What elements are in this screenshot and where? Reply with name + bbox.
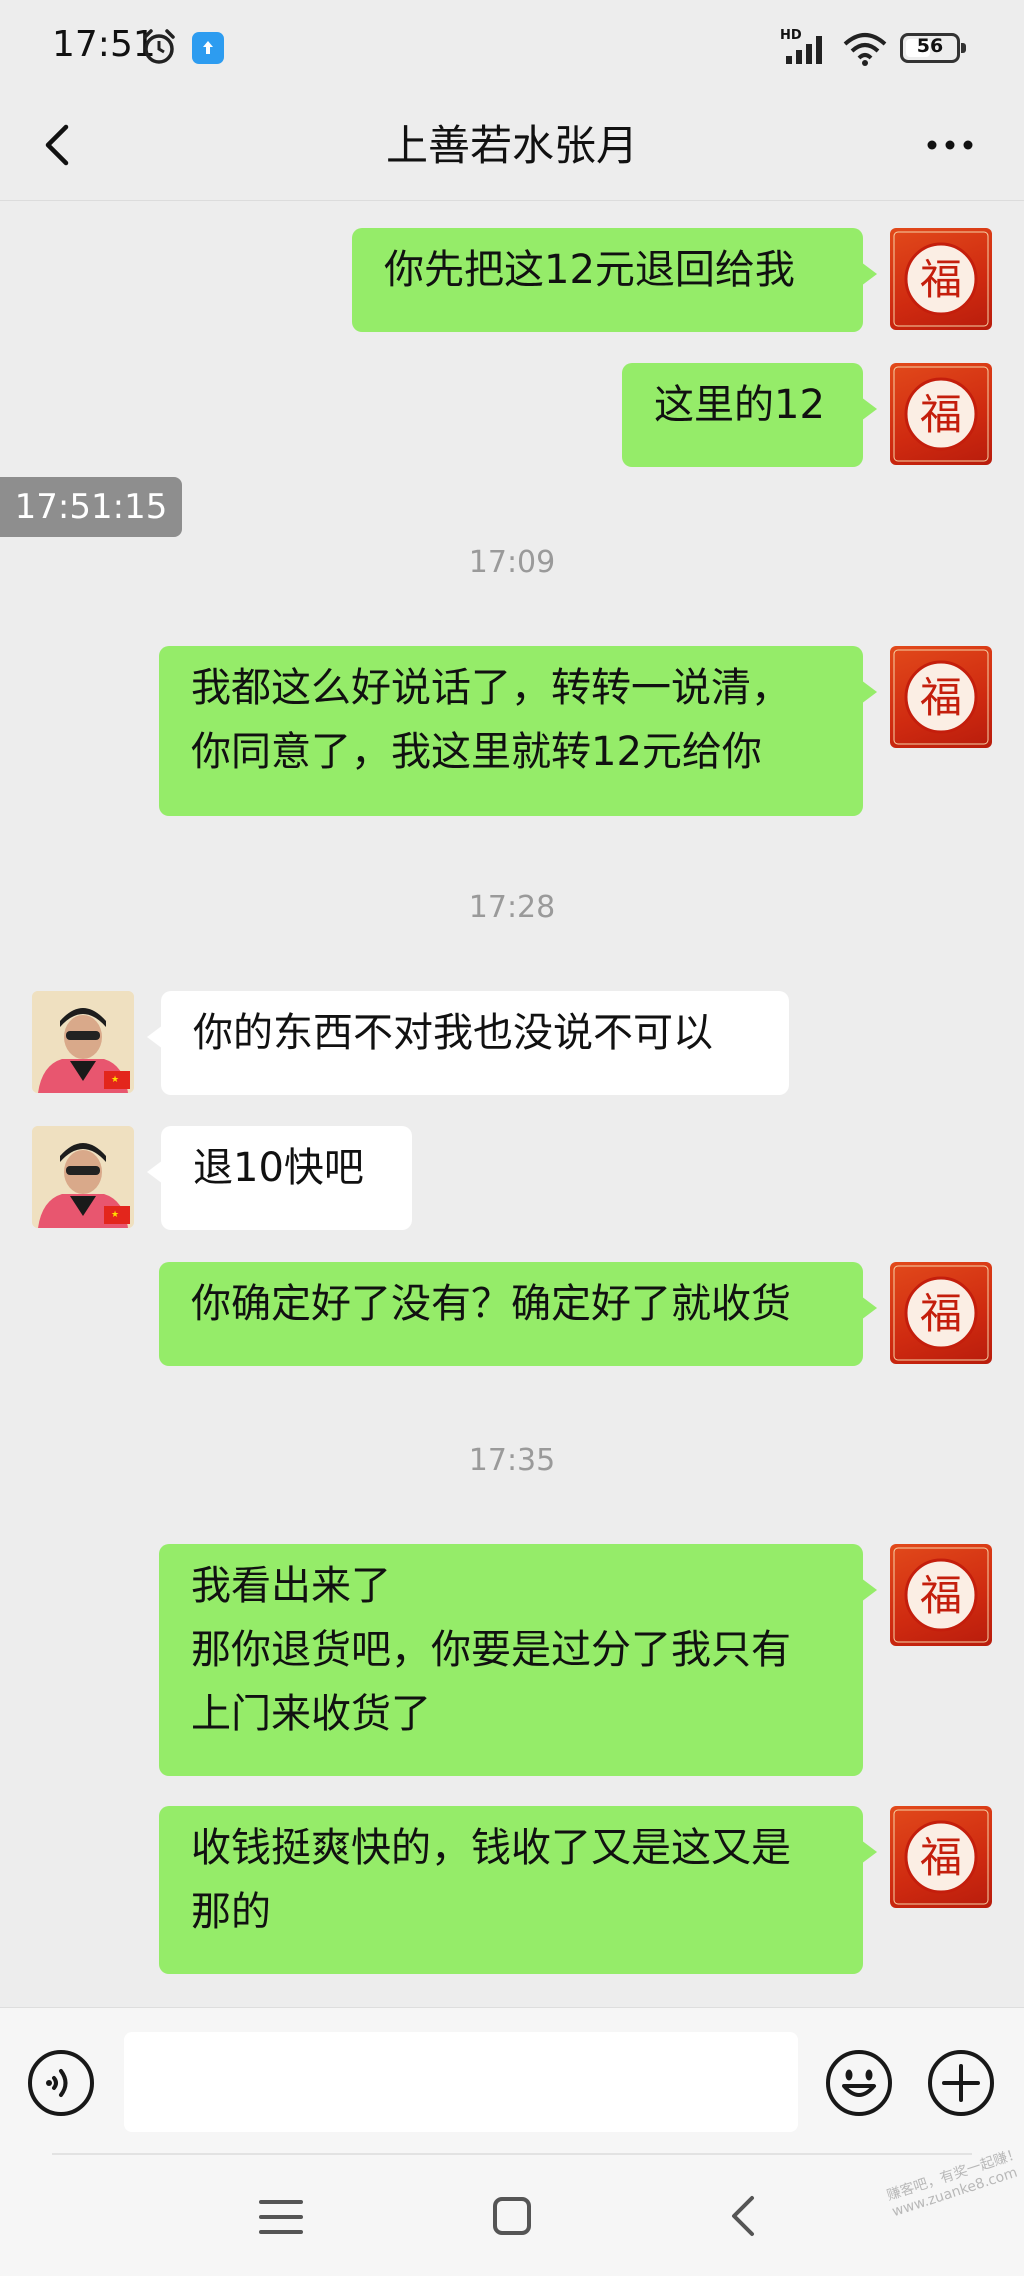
- message-input[interactable]: [124, 2032, 798, 2132]
- system-nav-bar: [0, 2155, 1024, 2276]
- time-tag: 17:51:15: [0, 477, 182, 537]
- message-bubble[interactable]: 我看出来了 那你退货吧，你要是过分了我只有 上门来收货了: [159, 1544, 877, 1776]
- more-options-icon[interactable]: [920, 120, 980, 170]
- contact-avatar[interactable]: ★: [32, 1126, 134, 1228]
- battery-level: 56: [916, 35, 944, 57]
- chat-header: 上善若水张月: [0, 90, 1024, 201]
- fu-avatar-icon[interactable]: 福: [890, 646, 992, 748]
- chat-title: 上善若水张月: [385, 121, 638, 170]
- voice-input-icon[interactable]: [26, 2048, 96, 2118]
- fu-avatar-icon[interactable]: 福: [890, 228, 992, 330]
- wifi-icon: [843, 33, 887, 66]
- status-bar: 17:51 HD 56: [0, 0, 1024, 90]
- emoji-icon[interactable]: [824, 2048, 894, 2118]
- svg-text:福: 福: [920, 1571, 962, 1620]
- back-icon[interactable]: [726, 2193, 760, 2239]
- svg-text:★: ★: [111, 1210, 119, 1220]
- message-list[interactable]: 你先把这12元退回给我 福 这里的12 福 17:51:15 17:09 我都这…: [0, 201, 1024, 2007]
- home-icon[interactable]: [492, 2195, 532, 2237]
- fu-avatar-icon[interactable]: 福: [890, 1262, 992, 1364]
- svg-text:福: 福: [920, 1289, 962, 1338]
- upload-app-icon: [192, 32, 224, 64]
- svg-text:福: 福: [920, 255, 962, 304]
- svg-text:★: ★: [111, 1075, 119, 1085]
- timestamp: 17:28: [468, 890, 556, 925]
- signal-icon: [786, 36, 822, 64]
- message-bubble[interactable]: 你确定好了没有？确定好了就收货: [159, 1262, 877, 1366]
- message-bubble[interactable]: 我都这么好说话了，转转一说清， 你同意了，我这里就转12元给你: [159, 646, 877, 816]
- alarm-icon: [143, 29, 175, 64]
- svg-text:福: 福: [920, 390, 962, 439]
- message-bubble[interactable]: 退10快吧: [147, 1126, 412, 1230]
- menu-icon[interactable]: [258, 2197, 304, 2237]
- battery-icon: 56: [900, 33, 966, 63]
- message-bubble[interactable]: 收钱挺爽快的，钱收了又是这又是 那的: [159, 1806, 877, 1974]
- fu-avatar-icon[interactable]: 福: [890, 1806, 992, 1908]
- message-bubble[interactable]: 你先把这12元退回给我: [352, 228, 877, 332]
- contact-avatar[interactable]: ★: [32, 991, 134, 1093]
- message-bubble[interactable]: 这里的12: [622, 363, 877, 467]
- fu-avatar-icon[interactable]: 福: [890, 363, 992, 465]
- timestamp: 17:09: [468, 545, 556, 580]
- timestamp: 17:35: [468, 1443, 556, 1478]
- message-bubble[interactable]: 你的东西不对我也没说不可以: [147, 991, 789, 1095]
- svg-text:福: 福: [920, 673, 962, 722]
- svg-text:福: 福: [920, 1833, 962, 1882]
- plus-icon[interactable]: [926, 2048, 996, 2118]
- input-bar: [0, 2007, 1024, 2156]
- fu-avatar-icon[interactable]: 福: [890, 1544, 992, 1646]
